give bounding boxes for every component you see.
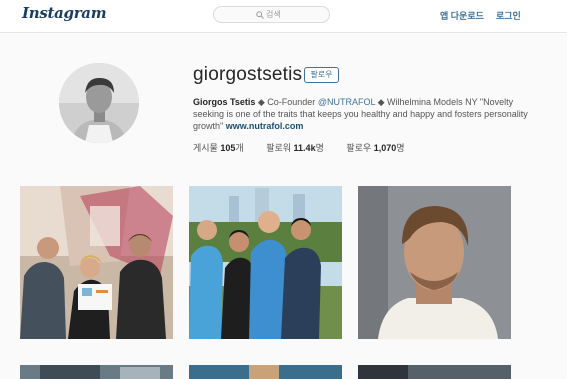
app-download-link[interactable]: 앱 다운로드 <box>440 9 484 22</box>
login-link[interactable]: 로그인 <box>496 9 521 22</box>
profile-bio: Giorgos Tsetis ◆ Co-Founder @NUTRAFOL ◆ … <box>193 96 533 132</box>
search-input[interactable] <box>266 8 326 21</box>
bio-website-link[interactable]: www.nutrafol.com <box>226 121 304 131</box>
bio-mention-link[interactable]: @NUTRAFOL <box>318 97 375 107</box>
profile-stats: 게시물 105개 팔로워 11.4k명 팔로우 1,070명 <box>193 141 425 154</box>
search-box[interactable] <box>213 6 330 23</box>
following-count[interactable]: 팔로우 1,070명 <box>346 141 404 154</box>
profile-username: giorgostsetis <box>193 64 303 85</box>
instagram-logo[interactable]: Instagram <box>22 4 107 22</box>
post-thumbnail[interactable] <box>20 186 173 339</box>
posts-count: 게시물 105개 <box>193 143 244 153</box>
top-navigation-bar: Instagram 앱 다운로드 로그인 <box>0 0 567 33</box>
bio-full-name: Giorgos Tsetis <box>193 97 256 107</box>
post-thumbnail[interactable] <box>358 365 511 379</box>
post-thumbnail[interactable] <box>189 365 342 379</box>
post-thumbnail[interactable] <box>20 365 173 379</box>
search-icon <box>256 11 264 19</box>
follow-button[interactable]: 팔로우 <box>304 67 339 83</box>
post-thumbnail[interactable] <box>189 186 342 339</box>
bio-text: ◆ Co-Founder <box>255 97 318 107</box>
profile-avatar <box>59 63 139 143</box>
followers-count[interactable]: 팔로워 11.4k명 <box>266 141 324 154</box>
post-thumbnail[interactable] <box>358 186 511 339</box>
